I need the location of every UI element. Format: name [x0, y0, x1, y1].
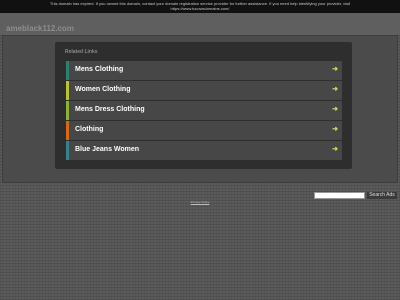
arrow-right-icon: ➜ [332, 126, 338, 133]
link-label[interactable]: Mens Clothing [75, 66, 123, 73]
privacy-policy-link[interactable]: Privacy Policy [0, 200, 400, 204]
arrow-right-icon: ➜ [332, 106, 338, 113]
search-input[interactable] [314, 192, 365, 199]
domain-expired-notice: This domain has expired. If you owned th… [0, 0, 400, 13]
related-links-heading: Related Links [65, 49, 98, 55]
arrow-right-icon: ➜ [332, 86, 338, 93]
search-ads-button[interactable]: Search Ads [367, 192, 397, 199]
link-label[interactable]: Blue Jeans Women [75, 146, 139, 153]
domain-title: ameblack112.com [6, 24, 75, 33]
link-label[interactable]: Women Clothing [75, 86, 130, 93]
related-links-list: Mens Clothing ➜ Women Clothing ➜ Mens Dr… [66, 61, 342, 161]
related-link-mens-clothing[interactable]: Mens Clothing ➜ [66, 61, 342, 80]
related-link-clothing[interactable]: Clothing ➜ [66, 121, 342, 140]
link-label[interactable]: Clothing [75, 126, 103, 133]
arrow-right-icon: ➜ [332, 66, 338, 73]
arrow-right-icon: ➜ [332, 146, 338, 153]
link-label[interactable]: Mens Dress Clothing [75, 106, 145, 113]
related-link-women-clothing[interactable]: Women Clothing ➜ [66, 81, 342, 100]
related-link-blue-jeans-women[interactable]: Blue Jeans Women ➜ [66, 141, 342, 160]
related-link-mens-dress-clothing[interactable]: Mens Dress Clothing ➜ [66, 101, 342, 120]
notice-link[interactable]: https://www.tucowsdomains.com/ [0, 6, 400, 11]
